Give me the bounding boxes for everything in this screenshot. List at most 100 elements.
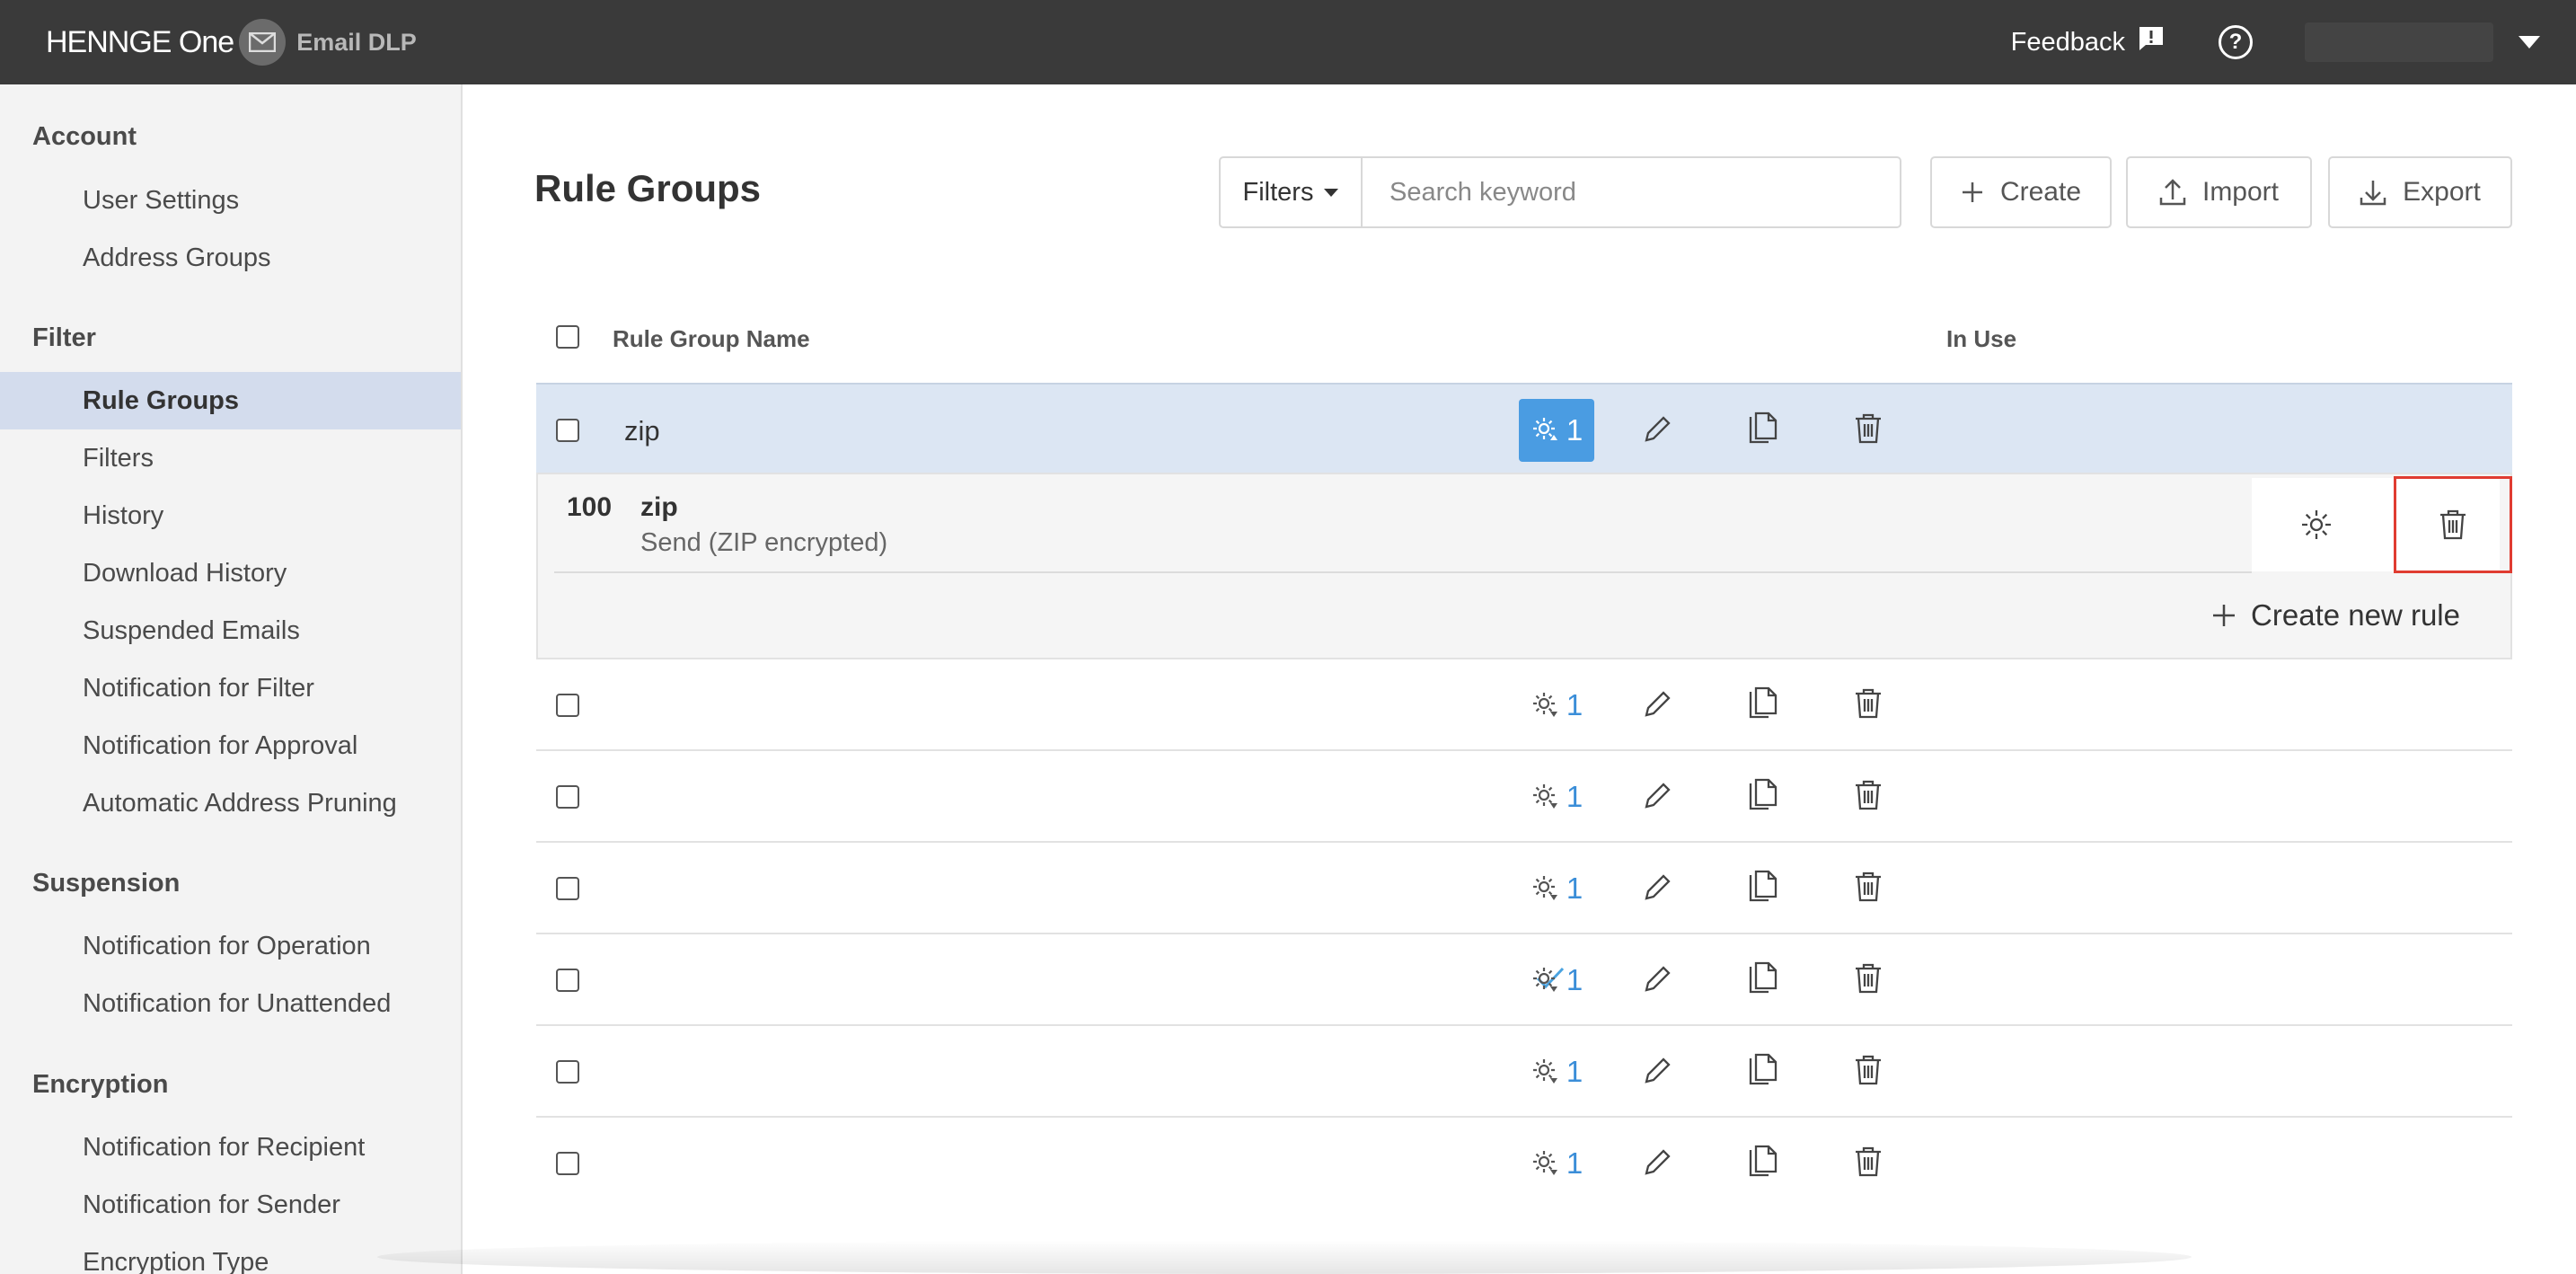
table-row[interactable]: 1 bbox=[536, 659, 2512, 751]
gear-icon[interactable] bbox=[2298, 507, 2334, 543]
trash-icon[interactable] bbox=[1853, 686, 1883, 721]
row-name: zip bbox=[624, 415, 660, 447]
create-label: Create bbox=[1999, 177, 2082, 207]
trash-button-highlighted[interactable] bbox=[2394, 476, 2512, 573]
table-row[interactable]: 1 bbox=[536, 843, 2512, 934]
copy-icon[interactable] bbox=[1747, 778, 1779, 814]
main-content: Rule Groups Filters Create Import Export… bbox=[463, 84, 2576, 1274]
row-checkbox[interactable] bbox=[556, 1152, 579, 1175]
trash-icon[interactable] bbox=[1853, 411, 1883, 446]
import-button[interactable]: Import bbox=[2126, 156, 2312, 228]
copy-icon[interactable] bbox=[1747, 686, 1779, 722]
sidebar-item-notification-for-operation[interactable]: Notification for Operation bbox=[0, 917, 461, 975]
row-checkbox[interactable] bbox=[556, 877, 579, 900]
copy-icon[interactable] bbox=[1747, 1145, 1779, 1181]
rule-actions bbox=[2252, 476, 2512, 573]
rule-count: 1 bbox=[1566, 1146, 1584, 1180]
trash-icon[interactable] bbox=[1853, 1053, 1883, 1087]
trash-icon bbox=[2440, 509, 2466, 540]
sidebar-section-filter: Filter bbox=[32, 323, 96, 352]
filters-dropdown[interactable]: Filters bbox=[1221, 158, 1363, 226]
row-checkbox[interactable] bbox=[556, 785, 579, 809]
sidebar-item-notification-for-unattended[interactable]: Notification for Unattended bbox=[0, 975, 461, 1032]
edit-icon[interactable] bbox=[1641, 1146, 1673, 1179]
edit-icon[interactable] bbox=[1641, 963, 1673, 995]
row-checkbox[interactable] bbox=[556, 419, 579, 442]
sidebar-item-rule-groups[interactable]: Rule Groups bbox=[0, 372, 461, 429]
feedback-label: Feedback bbox=[2010, 27, 2125, 57]
table-row[interactable]: zip 1 bbox=[536, 383, 2512, 474]
select-all-checkbox[interactable] bbox=[556, 325, 579, 349]
table-row[interactable]: 1 bbox=[536, 934, 2512, 1026]
plus-icon bbox=[2213, 605, 2236, 626]
trash-icon[interactable] bbox=[1853, 961, 1883, 995]
column-header-name[interactable]: Rule Group Name bbox=[613, 325, 810, 353]
bottom-shadow bbox=[377, 1240, 2192, 1274]
gear-icon bbox=[1532, 693, 1557, 717]
edit-icon[interactable] bbox=[1641, 1055, 1673, 1087]
row-checkbox[interactable] bbox=[556, 1060, 579, 1084]
help-icon[interactable]: ? bbox=[2219, 25, 2253, 59]
create-new-rule-button[interactable]: Create new rule bbox=[2211, 598, 2460, 633]
rule-count-button[interactable]: 1 bbox=[1519, 399, 1594, 462]
plus-icon bbox=[1962, 182, 1982, 202]
search-input[interactable] bbox=[1363, 158, 1900, 226]
edit-icon[interactable] bbox=[1641, 413, 1673, 446]
rule-count-button[interactable]: 1 bbox=[1519, 674, 1594, 737]
sidebar-item-automatic-address-pruning[interactable]: Automatic Address Pruning bbox=[0, 774, 461, 832]
edit-icon[interactable] bbox=[1641, 688, 1673, 721]
export-button[interactable]: Export bbox=[2328, 156, 2512, 228]
copy-icon[interactable] bbox=[1747, 411, 1779, 447]
trash-icon[interactable] bbox=[1853, 870, 1883, 904]
rule-count-button[interactable]: 1 bbox=[1519, 1132, 1594, 1195]
trash-icon[interactable] bbox=[1853, 1145, 1883, 1179]
export-label: Export bbox=[2403, 177, 2481, 207]
rule-item[interactable]: 100 zip Send (ZIP encrypted) bbox=[554, 474, 2252, 573]
user-menu[interactable] bbox=[2305, 22, 2493, 62]
table-row[interactable]: 1 bbox=[536, 1118, 2512, 1209]
rule-priority: 100 bbox=[567, 492, 613, 522]
trash-icon[interactable] bbox=[1853, 778, 1883, 812]
sidebar-item-download-history[interactable]: Download History bbox=[0, 544, 461, 602]
sidebar-item-user-settings[interactable]: User Settings bbox=[0, 172, 461, 229]
row-checkbox[interactable] bbox=[556, 969, 579, 992]
sidebar-item-notification-for-recipient[interactable]: Notification for Recipient bbox=[0, 1119, 461, 1176]
rule-count: 1 bbox=[1566, 780, 1584, 813]
edit-icon[interactable] bbox=[1641, 871, 1673, 904]
copy-icon[interactable] bbox=[1747, 1053, 1779, 1089]
rule-count: 1 bbox=[1566, 963, 1584, 996]
row-checkbox[interactable] bbox=[556, 694, 579, 717]
sidebar-item-suspended-emails[interactable]: Suspended Emails bbox=[0, 602, 461, 659]
edit-icon[interactable] bbox=[1641, 780, 1673, 812]
brand[interactable]: HENNGE One Email DLP bbox=[46, 19, 417, 66]
sidebar: Account User Settings Address Groups Fil… bbox=[0, 84, 463, 1274]
gear-icon bbox=[1532, 968, 1557, 992]
create-new-rule-label: Create new rule bbox=[2251, 598, 2460, 632]
copy-icon[interactable] bbox=[1747, 961, 1779, 997]
gear-icon bbox=[1532, 418, 1557, 440]
rule-count-button[interactable]: 1 bbox=[1519, 1040, 1594, 1103]
copy-icon[interactable] bbox=[1747, 870, 1779, 906]
rule-count-button[interactable]: 1 bbox=[1519, 857, 1594, 920]
table-row[interactable]: 1 bbox=[536, 751, 2512, 843]
sidebar-item-filters[interactable]: Filters bbox=[0, 429, 461, 487]
gear-icon bbox=[1532, 1059, 1557, 1084]
top-bar: HENNGE One Email DLP Feedback ? bbox=[0, 0, 2576, 84]
rule-action: Send (ZIP encrypted) bbox=[640, 528, 888, 557]
column-header-in-use[interactable]: In Use bbox=[1946, 325, 2016, 353]
sidebar-item-notification-for-sender[interactable]: Notification for Sender bbox=[0, 1176, 461, 1234]
chevron-down-icon[interactable] bbox=[2519, 36, 2540, 49]
product-name: Email DLP bbox=[296, 28, 417, 56]
sidebar-item-address-groups[interactable]: Address Groups bbox=[0, 229, 461, 287]
gear-icon bbox=[1532, 1151, 1557, 1175]
sidebar-item-history[interactable]: History bbox=[0, 487, 461, 544]
rule-count-button[interactable]: 1 bbox=[1519, 949, 1594, 1012]
sidebar-item-notification-for-approval[interactable]: Notification for Approval bbox=[0, 717, 461, 774]
feedback-button[interactable]: Feedback bbox=[2011, 25, 2165, 59]
rule-count-button[interactable]: 1 bbox=[1519, 765, 1594, 828]
sidebar-item-notification-for-filter[interactable]: Notification for Filter bbox=[0, 659, 461, 717]
feedback-icon bbox=[2138, 25, 2165, 59]
table-row[interactable]: 1 bbox=[536, 1026, 2512, 1118]
create-button[interactable]: Create bbox=[1930, 156, 2112, 228]
upload-icon bbox=[2159, 179, 2186, 206]
